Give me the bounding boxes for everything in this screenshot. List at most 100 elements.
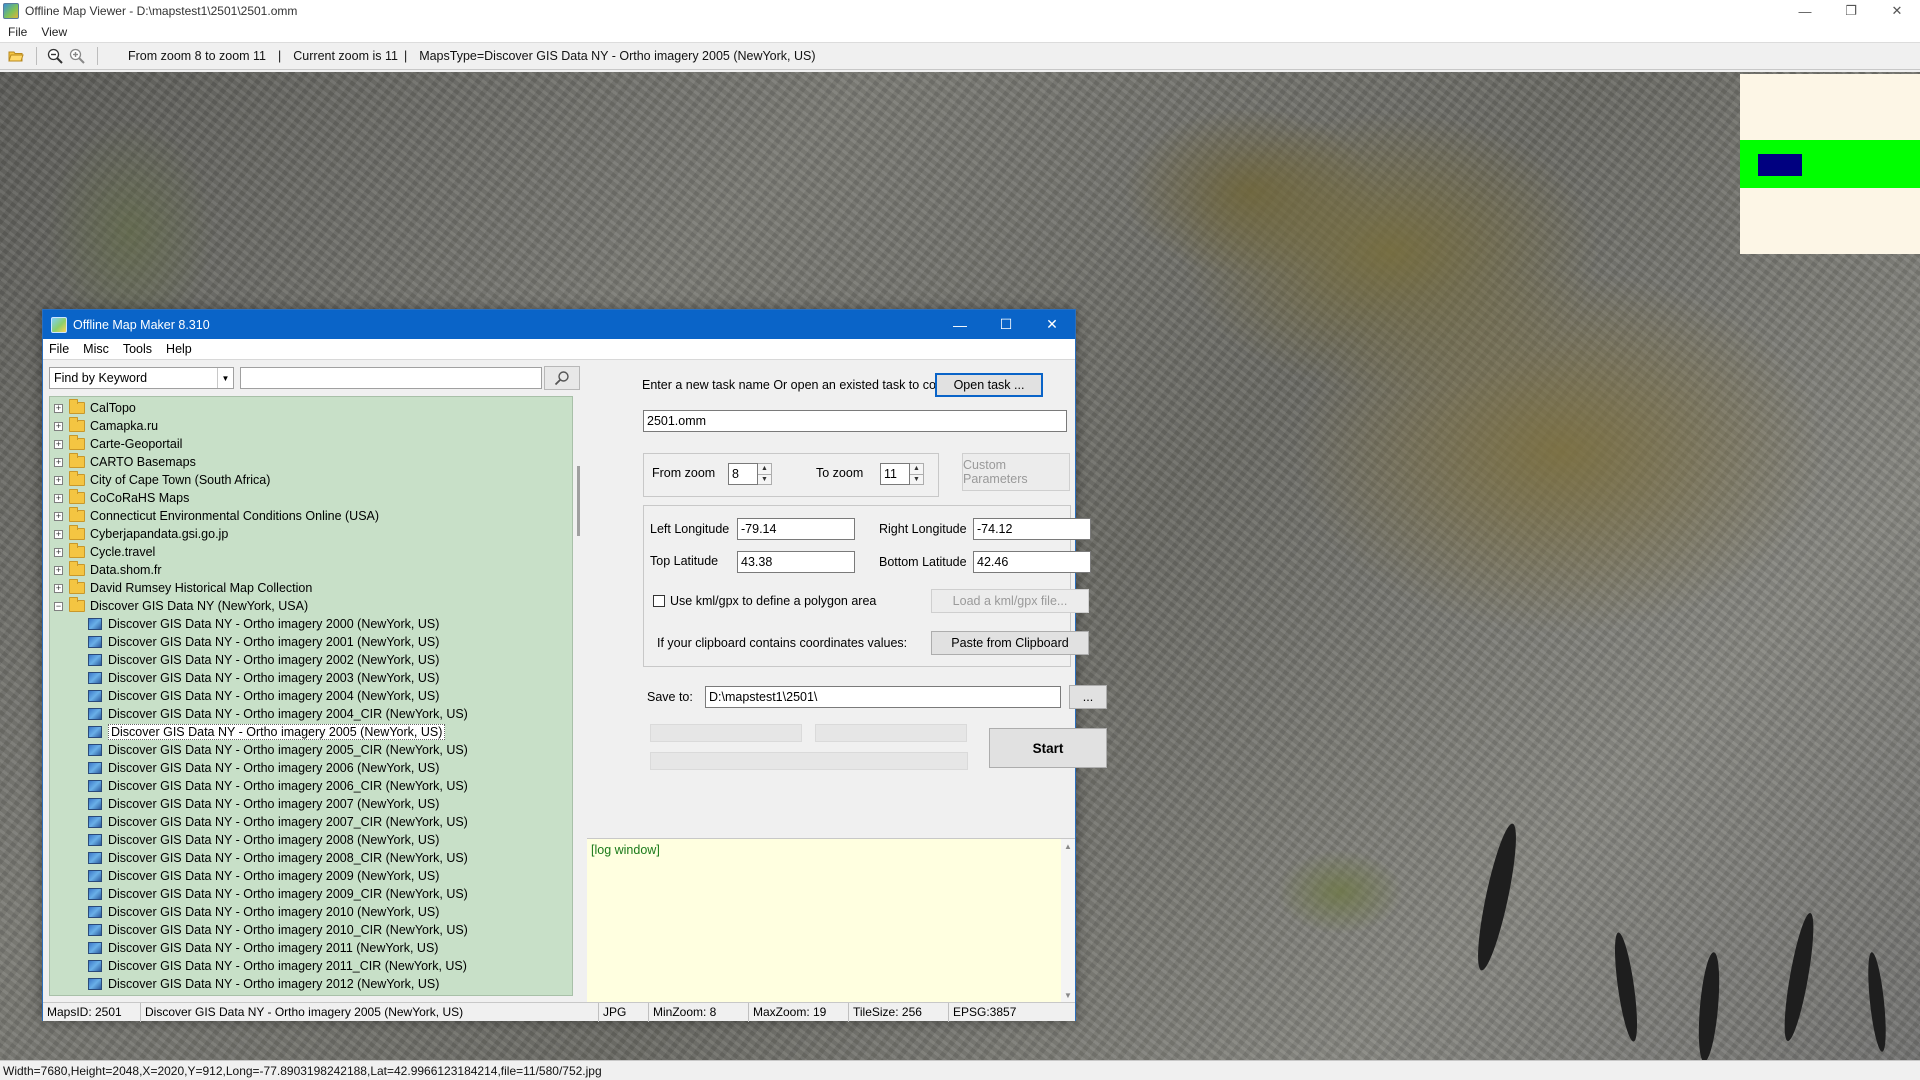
tree-folder-item[interactable]: + Cyberjapandata.gsi.go.jp: [54, 525, 228, 543]
expand-icon[interactable]: +: [54, 457, 63, 467]
search-input[interactable]: [240, 367, 542, 389]
maps-type-text: MapsType=Discover GIS Data NY - Ortho im…: [419, 49, 816, 63]
paste-from-clipboard-button[interactable]: Paste from Clipboard: [931, 631, 1089, 655]
tree-folder-item[interactable]: + David Rumsey Historical Map Collection: [54, 579, 312, 597]
tree-map-item[interactable]: Discover GIS Data NY - Ortho imagery 200…: [88, 669, 439, 687]
tree-folder-item[interactable]: + Connecticut Environmental Conditions On…: [54, 507, 379, 525]
tree-folder-item[interactable]: − Discover GIS Data NY (NewYork, USA): [54, 597, 308, 615]
scrollbar-thumb[interactable]: [577, 466, 580, 536]
tree-map-item[interactable]: Discover GIS Data NY - Ortho imagery 200…: [88, 759, 439, 777]
scroll-down-icon[interactable]: ▼: [1064, 991, 1072, 1000]
use-kml-checkbox[interactable]: [653, 595, 665, 607]
custom-parameters-button[interactable]: Custom Parameters: [962, 453, 1070, 491]
tree-map-item[interactable]: Discover GIS Data NY - Ortho imagery 200…: [88, 867, 439, 885]
tree-map-item[interactable]: Discover GIS Data NY - Ortho imagery 200…: [88, 687, 439, 705]
tree-map-item[interactable]: Discover GIS Data NY - Ortho imagery 201…: [88, 957, 467, 975]
from-zoom-stepper[interactable]: 8 ▲ ▼: [728, 463, 772, 485]
close-icon[interactable]: ✕: [1874, 0, 1920, 22]
save-path-input[interactable]: D:\mapstest1\2501\: [705, 686, 1061, 708]
zoom-out-icon[interactable]: [45, 46, 65, 66]
tree-map-item[interactable]: Discover GIS Data NY - Ortho imagery 200…: [88, 651, 439, 669]
tree-map-item[interactable]: Discover GIS Data NY - Ortho imagery 200…: [88, 849, 468, 867]
restore-icon[interactable]: ❐: [1828, 0, 1874, 22]
expand-icon[interactable]: +: [54, 529, 63, 539]
tree-map-item[interactable]: Discover GIS Data NY - Ortho imagery 200…: [88, 885, 468, 903]
menu-file[interactable]: File: [49, 342, 69, 356]
tree-map-item[interactable]: Discover GIS Data NY - Ortho imagery 201…: [88, 939, 438, 957]
expand-icon[interactable]: +: [54, 493, 63, 503]
tree-folder-item[interactable]: + City of Cape Town (South Africa): [54, 471, 270, 489]
expand-icon[interactable]: +: [54, 565, 63, 575]
minimize-icon[interactable]: —: [1782, 0, 1828, 22]
start-button[interactable]: Start: [989, 728, 1107, 768]
tree-folder-item[interactable]: + Camapka.ru: [54, 417, 158, 435]
tree-folder-item[interactable]: + Cycle.travel: [54, 543, 155, 561]
expand-icon[interactable]: +: [54, 511, 63, 521]
tree-map-item[interactable]: Discover GIS Data NY - Ortho imagery 200…: [88, 705, 468, 723]
zoom-in-icon[interactable]: [67, 46, 87, 66]
tree-map-item[interactable]: Discover GIS Data NY - Ortho imagery 200…: [88, 813, 468, 831]
dialog-titlebar[interactable]: Offline Map Maker 8.310 — ☐ ✕: [43, 310, 1075, 339]
bottom-latitude-input[interactable]: 42.46: [973, 551, 1091, 573]
open-folder-icon[interactable]: [6, 46, 26, 66]
tree-map-item[interactable]: Discover GIS Data NY - Ortho imagery 200…: [88, 831, 439, 849]
tree-map-item[interactable]: Discover GIS Data NY - Ortho imagery 201…: [88, 921, 468, 939]
maximize-icon[interactable]: ☐: [983, 310, 1029, 339]
left-longitude-input[interactable]: -79.14: [737, 518, 855, 540]
menu-view[interactable]: View: [41, 25, 67, 39]
expand-icon[interactable]: +: [54, 583, 63, 593]
overview-viewport-marker: [1758, 154, 1802, 176]
expand-icon[interactable]: +: [54, 547, 63, 557]
minimize-icon[interactable]: —: [937, 310, 983, 339]
spin-up-icon[interactable]: ▲: [758, 464, 771, 475]
expand-icon[interactable]: +: [54, 475, 63, 485]
tree-map-item[interactable]: Discover GIS Data NY - Ortho imagery 201…: [88, 975, 439, 993]
tree-folder-item[interactable]: + Carte-Geoportail: [54, 435, 182, 453]
spin-up-icon[interactable]: ▲: [910, 464, 923, 475]
tree-folder-item[interactable]: + CalTopo: [54, 399, 136, 417]
tree-map-item[interactable]: Discover GIS Data NY - Ortho imagery 200…: [88, 615, 439, 633]
browse-button[interactable]: ...: [1069, 685, 1107, 709]
menu-misc[interactable]: Misc: [83, 342, 109, 356]
close-icon[interactable]: ✕: [1029, 310, 1075, 339]
status-format: JPG: [599, 1002, 649, 1022]
tree-item-label: Discover GIS Data NY - Ortho imagery 200…: [108, 815, 468, 829]
log-window[interactable]: [log window] ▲ ▼: [587, 838, 1075, 1003]
tree-scrollbar[interactable]: [573, 396, 585, 996]
top-latitude-input[interactable]: 43.38: [737, 551, 855, 573]
expand-icon[interactable]: +: [54, 403, 63, 413]
menu-help[interactable]: Help: [166, 342, 192, 356]
menu-file[interactable]: File: [8, 25, 27, 39]
tree-map-item[interactable]: Discover GIS Data NY - Ortho imagery 200…: [88, 795, 439, 813]
tree-folder-item[interactable]: + CARTO Basemaps: [54, 453, 196, 471]
tree-map-item[interactable]: Discover GIS Data NY - Ortho imagery 200…: [88, 777, 468, 795]
tree-folder-item[interactable]: + Data.shom.fr: [54, 561, 162, 579]
open-task-button[interactable]: Open task ...: [935, 373, 1043, 397]
task-name-input[interactable]: 2501.omm: [643, 410, 1067, 432]
collapse-icon[interactable]: −: [54, 601, 63, 611]
load-kml-button[interactable]: Load a kml/gpx file...: [931, 589, 1089, 613]
search-button[interactable]: [544, 366, 580, 390]
to-zoom-value[interactable]: 11: [880, 463, 910, 485]
tree-folder-item[interactable]: + CoCoRaHS Maps: [54, 489, 189, 507]
tree-map-item[interactable]: Discover GIS Data NY - Ortho imagery 200…: [88, 741, 468, 759]
tree-map-item[interactable]: Discover GIS Data NY - Ortho imagery 200…: [88, 633, 439, 651]
expand-icon[interactable]: +: [54, 439, 63, 449]
spin-down-icon[interactable]: ▼: [910, 475, 923, 485]
from-zoom-value[interactable]: 8: [728, 463, 758, 485]
right-longitude-input[interactable]: -74.12: [973, 518, 1091, 540]
menu-tools[interactable]: Tools: [123, 342, 152, 356]
tree-map-item[interactable]: Discover GIS Data NY - Ortho imagery 200…: [88, 723, 446, 741]
to-zoom-stepper[interactable]: 11 ▲ ▼: [880, 463, 924, 485]
scroll-up-icon[interactable]: ▲: [1064, 842, 1072, 851]
chevron-down-icon[interactable]: ▼: [217, 368, 233, 388]
tree-item-label: Discover GIS Data NY - Ortho imagery 201…: [108, 905, 440, 919]
search-mode-select[interactable]: Find by Keyword ▼: [49, 367, 234, 389]
log-scrollbar[interactable]: ▲ ▼: [1061, 839, 1075, 1003]
tree-map-item[interactable]: Discover GIS Data NY - Ortho imagery 201…: [88, 903, 439, 921]
expand-icon[interactable]: +: [54, 421, 63, 431]
bottom-latitude-label: Bottom Latitude: [879, 555, 967, 569]
map-source-tree[interactable]: + CalTopo + Camapka.ru + Carte-Geoportail + CAR…: [49, 396, 573, 996]
spin-down-icon[interactable]: ▼: [758, 475, 771, 485]
zoom-range-text: From zoom 8 to zoom 11: [128, 49, 267, 63]
